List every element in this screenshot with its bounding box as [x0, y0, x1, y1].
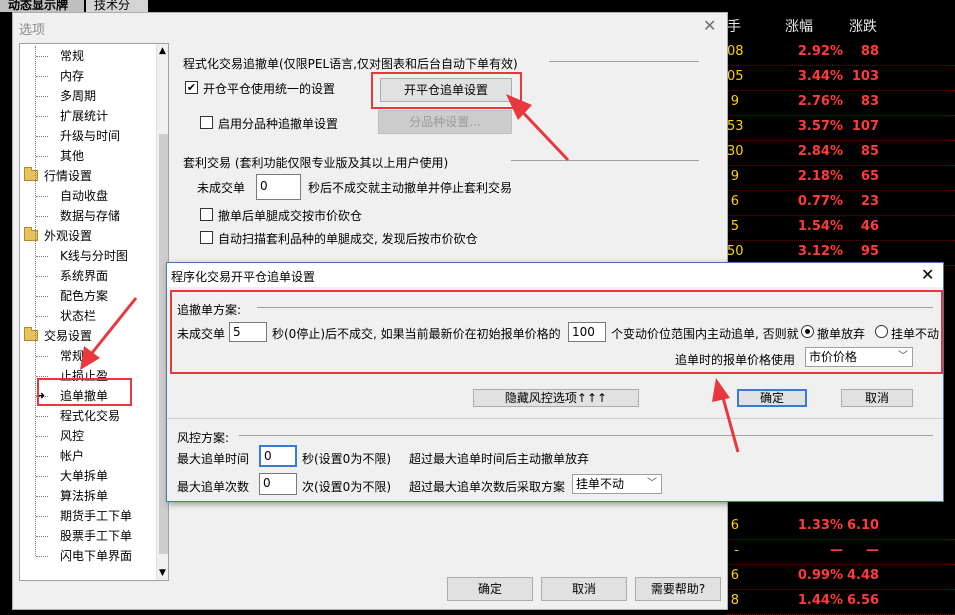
arrow-head — [712, 378, 730, 402]
arrow-head — [80, 346, 100, 370]
arrow-line — [86, 297, 138, 359]
arrow-line — [720, 393, 740, 453]
annotation-arrows — [80, 94, 740, 453]
